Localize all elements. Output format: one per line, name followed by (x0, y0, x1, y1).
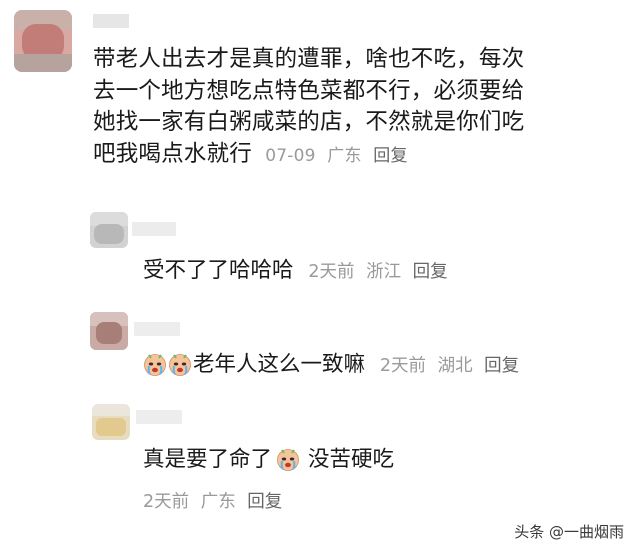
comment-date: 07-09 (265, 145, 316, 166)
reply-2-body: 老年人这么一致嘛 2天前 湖北 回复 (143, 350, 525, 381)
reply-1-text: 受不了了哈哈哈 (143, 258, 294, 283)
reply-button[interactable]: 回复 (247, 492, 282, 512)
reply-1-body: 受不了了哈哈哈 2天前 浙江 回复 (143, 256, 454, 287)
reply-location: 广东 (200, 492, 236, 512)
main-comment-line: 她找一家有白粥咸菜的店，不然就是你们吃 (93, 109, 525, 135)
username-reply-2[interactable] (134, 322, 180, 336)
reply-1-meta: 2天前 浙江 回复 (308, 262, 453, 282)
reply-location: 湖北 (437, 356, 473, 376)
avatar-reply-2[interactable] (90, 312, 128, 350)
username-reply-1[interactable] (132, 222, 176, 236)
reply-2-text: 老年人这么一致嘛 (193, 352, 366, 377)
username-reply-3[interactable] (136, 410, 182, 424)
watermark: 头条 @一曲烟雨 (510, 520, 628, 543)
reply-time: 2天前 (308, 262, 355, 282)
avatar-reply-3[interactable] (92, 404, 130, 440)
crying-face-icon (276, 447, 300, 471)
main-comment-line: 吧我喝点水就行 (93, 140, 252, 167)
reply-time: 2天前 (379, 356, 426, 376)
reply-location: 浙江 (366, 262, 402, 282)
reply-3-meta: 2天前 广东 回复 (143, 488, 288, 513)
reply-time: 2天前 (143, 492, 190, 512)
crying-face-icon (168, 352, 192, 376)
main-comment-line: 带老人出去才是真的遭罪，啥也不吃，每次 (93, 46, 525, 72)
main-comment-body: 带老人出去才是真的遭罪，啥也不吃，每次 去一个地方想吃点特色菜都不行，必须要给 … (93, 44, 633, 172)
main-comment-line-with-meta: 吧我喝点水就行 07-09 广东 回复 (93, 139, 633, 173)
reply-3-body: 真是要了命了 没苦硬吃 (143, 445, 394, 475)
main-comment-meta: 07-09 广东 回复 (265, 146, 413, 166)
reply-button[interactable]: 回复 (413, 262, 448, 282)
avatar-main-commenter[interactable] (14, 10, 72, 72)
reply-button[interactable]: 回复 (373, 146, 407, 166)
main-comment-line: 去一个地方想吃点特色菜都不行，必须要给 (93, 77, 525, 104)
reply-3-text-before: 真是要了命了 (143, 447, 273, 472)
reply-2-meta: 2天前 湖北 回复 (380, 356, 525, 376)
avatar-reply-1[interactable] (90, 212, 128, 248)
comment-location: 广东 (327, 145, 362, 166)
username-main-commenter[interactable] (93, 14, 129, 28)
reply-3-text-after: 没苦硬吃 (308, 447, 395, 472)
reply-button[interactable]: 回复 (484, 356, 519, 376)
crying-face-icon (143, 352, 167, 376)
